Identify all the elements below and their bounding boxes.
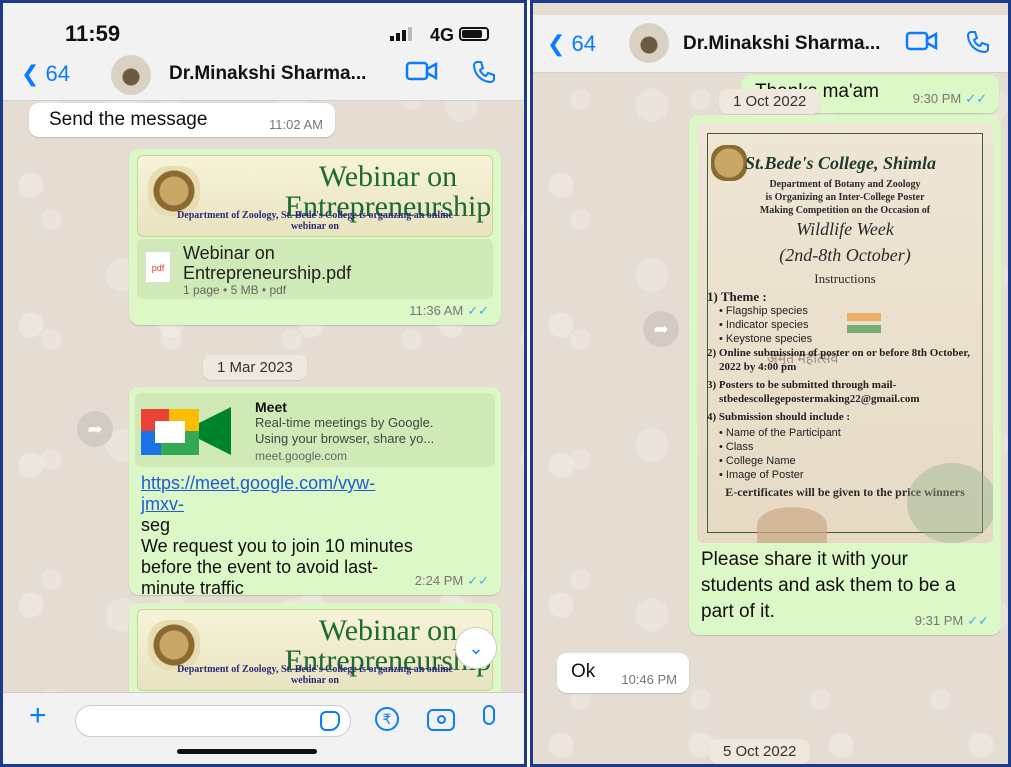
poster-include-4: • Image of Poster: [719, 469, 804, 481]
message-input[interactable]: [75, 705, 351, 737]
link-preview[interactable]: Meet Real-time meetings by Google. Using…: [135, 393, 495, 467]
message-time: 11:02 AM: [269, 117, 323, 132]
read-ticks-icon: ✓✓: [967, 613, 989, 628]
poster-include: 4) Submission should include :: [707, 411, 851, 423]
poster-theme-1: • Flagship species: [719, 305, 808, 317]
right-chat-screenshot: ❮ 64 Dr.Minakshi Sharma... Thanks ma'am …: [530, 0, 1011, 767]
sticker-icon[interactable]: [320, 711, 340, 731]
home-indicator: [177, 749, 317, 754]
flag-saffron: [847, 313, 881, 321]
poster-submission-2: 2022 by 4:00 pm: [719, 361, 797, 373]
poster-mail-1: 3) Posters to be submitted through mail-: [707, 379, 897, 391]
contact-name[interactable]: Dr.Minakshi Sharma...: [169, 63, 366, 85]
battery-icon: [459, 27, 489, 41]
poster-theme: 1) Theme :: [707, 289, 767, 304]
preview-title: Meet: [255, 399, 287, 415]
microphone-icon[interactable]: [483, 705, 495, 725]
outgoing-link-message[interactable]: Meet Real-time meetings by Google. Using…: [129, 387, 501, 598]
message-time: 11:36 AM ✓✓: [409, 303, 489, 318]
forward-icon[interactable]: ➦: [77, 411, 113, 447]
chat-header: ❮ 64 Dr.Minakshi Sharma...: [3, 49, 524, 101]
poster-theme-3: • Keystone species: [719, 333, 813, 345]
pdf-meta-line: 1 page • 5 MB • pdf: [183, 283, 287, 297]
foliage-illustration: [907, 463, 993, 543]
forward-icon[interactable]: ➦: [643, 311, 679, 347]
college-seal-image: [148, 166, 200, 216]
message-body: https://meet.google.com/vyw- jmxv- seg W…: [141, 473, 413, 598]
poster-event: Wildlife Week: [796, 219, 894, 239]
read-ticks-icon: ✓✓: [467, 573, 489, 588]
webinar-dept: Department of Zoology, St. Bede's Colleg…: [177, 210, 453, 232]
back-button[interactable]: ❮ 64: [21, 61, 70, 87]
date-separator: 5 Oct 2022: [709, 739, 811, 764]
message-time: 9:31 PM ✓✓: [914, 613, 989, 628]
read-ticks-icon: ✓✓: [965, 91, 987, 106]
poster-college: St.Bede's College, Shimla: [745, 153, 937, 173]
avatar[interactable]: [629, 23, 669, 63]
google-meet-logo-icon: [135, 393, 245, 467]
unread-count: 64: [45, 61, 71, 86]
webinar-thumbnail[interactable]: Webinar on Entrepreneurship Department o…: [137, 609, 493, 691]
date-separator: 1 Mar 2023: [203, 355, 307, 380]
date-separator: 1 Oct 2022: [719, 89, 821, 114]
pdf-filename: Webinar on Entrepreneurship.pdf: [183, 243, 352, 283]
avatar[interactable]: [111, 55, 151, 95]
webinar-dept: Department of Zoology, St. Bede's Colleg…: [177, 664, 453, 686]
webinar-thumbnail[interactable]: Webinar on Entrepreneurship Department o…: [137, 155, 493, 237]
poster-theme-2: • Indicator species: [719, 319, 809, 331]
plus-icon[interactable]: +: [29, 699, 47, 733]
phone-icon[interactable]: [965, 29, 991, 61]
poster-dates: (2nd-8th October): [779, 245, 911, 265]
rupee-icon[interactable]: ₹: [375, 707, 399, 731]
chat-header: ❮ 64 Dr.Minakshi Sharma...: [533, 15, 1008, 73]
unread-count: 64: [571, 31, 597, 56]
video-camera-icon[interactable]: [905, 29, 939, 59]
network-type: 4G: [429, 25, 454, 45]
outgoing-image-message[interactable]: St.Bede's College, Shimla Department of …: [689, 115, 1001, 635]
chevron-down-icon: ⌄: [468, 638, 484, 658]
college-seal-image: [148, 620, 200, 670]
message-time: 2:24 PM ✓✓: [414, 573, 489, 588]
poster-dept-1: Department of Botany and Zoology: [769, 179, 921, 190]
video-camera-icon[interactable]: [405, 59, 439, 89]
back-button[interactable]: ❮ 64: [547, 31, 596, 57]
message-time: 10:46 PM: [621, 672, 677, 687]
poster-include-3: • College Name: [719, 455, 796, 467]
deer-illustration: [757, 507, 827, 543]
poster-dept-2: is Organizing an Inter-College Poster: [765, 192, 925, 203]
incoming-message[interactable]: Send the message 11:02 AM: [29, 103, 335, 137]
message-time: 9:30 PM ✓✓: [912, 91, 987, 106]
message-text: Ok: [571, 661, 596, 682]
message-input-bar: + ₹: [3, 692, 524, 764]
poster-include-1: • Name of the Participant: [719, 427, 841, 439]
poster-mail-2: stbedescollegepostermaking22@gmail.com: [719, 393, 920, 405]
outgoing-document-message[interactable]: Webinar on Entrepreneurship Department o…: [129, 149, 501, 325]
read-ticks-icon: ✓✓: [467, 303, 489, 318]
meet-link-cont[interactable]: jmxv-: [141, 494, 413, 515]
preview-description: Real-time meetings by Google. Using your…: [255, 415, 435, 446]
poster-instructions: Instructions: [814, 271, 876, 286]
preview-domain: meet.google.com: [255, 449, 348, 463]
scroll-down-button[interactable]: ⌄: [455, 627, 497, 669]
flag-green: [847, 325, 881, 333]
meet-link[interactable]: https://meet.google.com/vyw-: [141, 473, 413, 494]
camera-icon[interactable]: [427, 709, 455, 731]
poster-include-2: • Class: [719, 441, 754, 453]
status-time: 11:59: [65, 21, 121, 46]
message-text: Send the message: [49, 109, 208, 130]
contact-name[interactable]: Dr.Minakshi Sharma...: [683, 33, 880, 55]
phone-icon[interactable]: [471, 59, 497, 91]
incoming-message[interactable]: Ok 10:46 PM: [557, 653, 689, 693]
college-seal-image: [711, 145, 747, 181]
poster-dept-3: Making Competition on the Occasion of: [759, 205, 931, 216]
left-chat-screenshot: 11:59 4G ❮ 64 Dr.Minakshi Sharma... Send…: [0, 0, 527, 767]
pdf-icon: pdf: [145, 251, 171, 283]
poster-image[interactable]: St.Bede's College, Shimla Department of …: [697, 123, 993, 543]
poster-submission-1: 2) Online submission of poster on or bef…: [707, 347, 970, 359]
signal-icon: [390, 27, 412, 41]
